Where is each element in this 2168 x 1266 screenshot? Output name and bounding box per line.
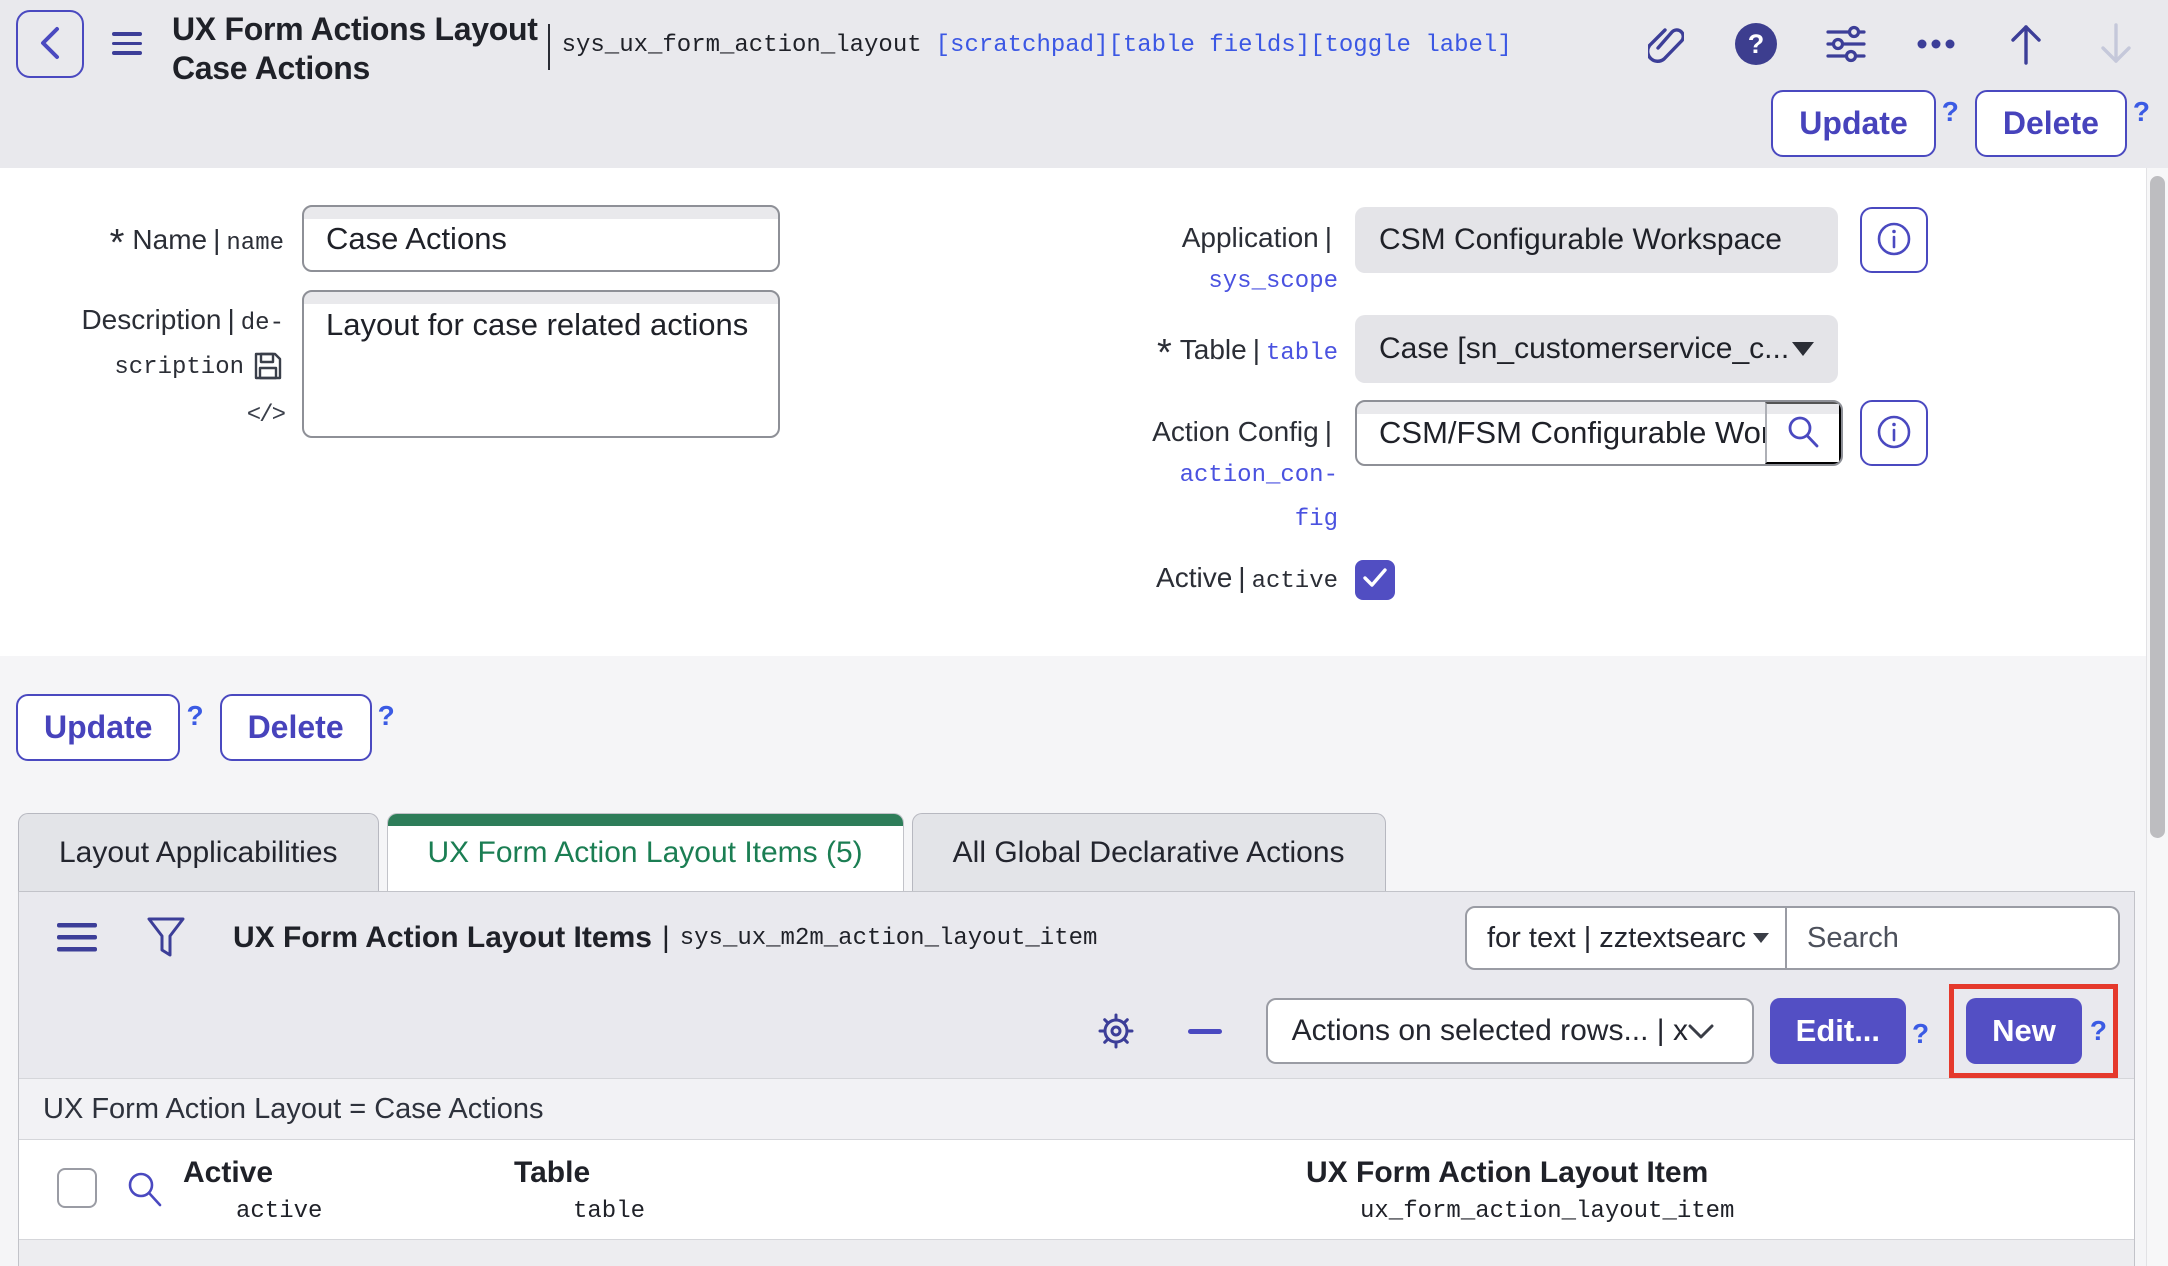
record-flags[interactable]: [scratchpad][table fields][toggle label] xyxy=(936,32,1512,59)
required-mark: * xyxy=(1157,332,1172,374)
search-icon xyxy=(1786,415,1820,452)
edit-help-mark[interactable]: ? xyxy=(1912,1018,1929,1050)
record-form: *Name|name Description|de- scription </>… xyxy=(0,168,2146,656)
application-info-button[interactable] xyxy=(1860,207,1928,273)
description-field-name: scription xyxy=(114,354,244,381)
column-header-active[interactable]: Active xyxy=(183,1156,273,1190)
select-arrow-icon xyxy=(1753,933,1769,943)
info-icon xyxy=(1876,414,1912,453)
column-header-table[interactable]: Table xyxy=(514,1156,590,1190)
gear-icon[interactable] xyxy=(1096,1011,1136,1051)
info-icon xyxy=(1876,221,1912,260)
section-update-button[interactable]: Update xyxy=(16,694,180,761)
update-button[interactable]: Update xyxy=(1771,90,1935,157)
header-icon-bar: ? xyxy=(1644,22,2138,66)
table-select[interactable]: Case [sn_customerservice_c... xyxy=(1355,315,1838,383)
related-list-tabs: Layout Applicabilities UX Form Action La… xyxy=(18,813,1386,891)
active-field-name: active xyxy=(1252,568,1338,595)
action-config-label: Action Config| action_con- fig xyxy=(1078,412,1338,540)
help-icon[interactable]: ? xyxy=(1734,22,1778,66)
new-button[interactable]: New xyxy=(1966,998,2082,1064)
application-value: CSM Configurable Workspace xyxy=(1355,207,1838,273)
next-row-strip xyxy=(19,1240,2134,1266)
column-field-active: active xyxy=(236,1198,322,1225)
arrow-down-icon[interactable] xyxy=(2094,22,2138,66)
update-help-mark[interactable]: ? xyxy=(1942,96,1959,128)
description-input[interactable]: Layout for case related actions xyxy=(302,290,780,438)
related-list-panel: UX Form Action Layout Items | sys_ux_m2m… xyxy=(18,891,2135,1266)
actions-on-rows-select[interactable]: Actions on selected rows... | x xyxy=(1266,998,1754,1064)
list-menu-icon[interactable] xyxy=(57,923,97,953)
vertical-scrollbar[interactable] xyxy=(2146,168,2168,1266)
action-config-input[interactable] xyxy=(1357,402,1765,464)
tab-all-global-declarative-actions[interactable]: All Global Declarative Actions xyxy=(912,813,1386,891)
save-icon[interactable] xyxy=(252,350,284,382)
active-label: Active|active xyxy=(1078,558,1338,602)
application-field-name[interactable]: sys_scope xyxy=(1208,268,1338,295)
list-toolbar-row1: UX Form Action Layout Items | sys_ux_m2m… xyxy=(19,892,2134,984)
header-title-row: UX Form Actions Layout Case Actions sys_… xyxy=(16,10,2138,88)
page-title-line1: UX Form Actions Layout xyxy=(172,10,538,49)
name-field-name: name xyxy=(226,230,284,257)
check-icon xyxy=(1362,567,1388,594)
section-delete-help-mark[interactable]: ? xyxy=(378,700,395,732)
edit-button[interactable]: Edit... xyxy=(1770,998,1906,1064)
search-field-select[interactable]: for text | zztextsearc xyxy=(1465,906,1787,970)
more-icon[interactable] xyxy=(1914,22,1958,66)
attachment-icon[interactable] xyxy=(1644,22,1688,66)
settings-sliders-icon[interactable] xyxy=(1824,22,1868,66)
reference-lookup-button[interactable] xyxy=(1765,402,1841,464)
dropdown-arrow-icon xyxy=(1792,342,1814,356)
scrollbar-thumb[interactable] xyxy=(2150,176,2165,838)
list-toolbar-row2: Actions on selected rows... | x Edit... … xyxy=(19,984,2134,1078)
page-title-line2: Case Actions xyxy=(172,49,538,88)
app-header: UX Form Actions Layout Case Actions sys_… xyxy=(0,0,2168,168)
list-table-name: sys_ux_m2m_action_layout_item xyxy=(680,925,1098,952)
menu-icon[interactable] xyxy=(112,32,142,61)
header-button-row: Update ? Delete ? xyxy=(1771,90,2150,157)
list-filter-breadcrumb[interactable]: UX Form Action Layout = Case Actions xyxy=(19,1078,2134,1139)
tab-ux-form-action-layout-items[interactable]: UX Form Action Layout Items (5) xyxy=(387,813,904,891)
filter-icon[interactable] xyxy=(147,917,185,959)
list-title-pipe: | xyxy=(652,921,680,955)
arrow-up-icon[interactable] xyxy=(2004,22,2048,66)
required-mark: * xyxy=(110,222,125,264)
table-field-name[interactable]: table xyxy=(1266,340,1338,367)
column-search-icon[interactable] xyxy=(125,1170,163,1211)
select-all-checkbox[interactable] xyxy=(57,1168,97,1208)
record-table-name: sys_ux_form_action_layout xyxy=(562,32,922,59)
column-field-table: table xyxy=(573,1198,645,1225)
section-button-row: Update ? Delete ? xyxy=(16,694,395,761)
column-field-layout-item: ux_form_action_layout_item xyxy=(1360,1198,1734,1225)
action-config-field-name[interactable]: fig xyxy=(1295,506,1338,533)
tab-layout-applicabilities[interactable]: Layout Applicabilities xyxy=(18,813,379,891)
code-icon[interactable]: </> xyxy=(247,402,284,429)
delete-button[interactable]: Delete xyxy=(1975,90,2127,157)
name-input[interactable] xyxy=(302,205,780,272)
active-checkbox[interactable] xyxy=(1355,560,1395,600)
list-title: UX Form Action Layout Items xyxy=(233,921,652,955)
column-header-layout-item[interactable]: UX Form Action Layout Item xyxy=(1306,1156,1708,1190)
chevron-left-icon xyxy=(37,24,63,65)
page-title: UX Form Actions Layout Case Actions xyxy=(172,10,538,88)
title-divider xyxy=(548,24,550,70)
chevron-down-icon xyxy=(1688,1014,1714,1048)
svg-text:?: ? xyxy=(1748,29,1765,59)
table-label: *Table|table xyxy=(1078,330,1338,374)
list-search-input[interactable] xyxy=(1787,906,2120,970)
delete-help-mark[interactable]: ? xyxy=(2133,96,2150,128)
name-label: *Name|name xyxy=(0,220,284,264)
new-help-mark[interactable]: ? xyxy=(2090,1015,2107,1047)
application-label: Application| sys_scope xyxy=(1078,218,1338,302)
collapse-icon[interactable] xyxy=(1188,1029,1222,1034)
back-button[interactable] xyxy=(16,10,84,78)
section-delete-button[interactable]: Delete xyxy=(220,694,372,761)
section-update-help-mark[interactable]: ? xyxy=(186,700,203,732)
list-column-header-row: Active active Table table UX Form Action… xyxy=(19,1139,2134,1240)
description-label: Description|de- scription </> xyxy=(0,300,284,436)
action-config-info-button[interactable] xyxy=(1860,400,1928,466)
highlight-annotation: New ? xyxy=(1949,984,2118,1078)
action-config-reference xyxy=(1355,400,1843,466)
